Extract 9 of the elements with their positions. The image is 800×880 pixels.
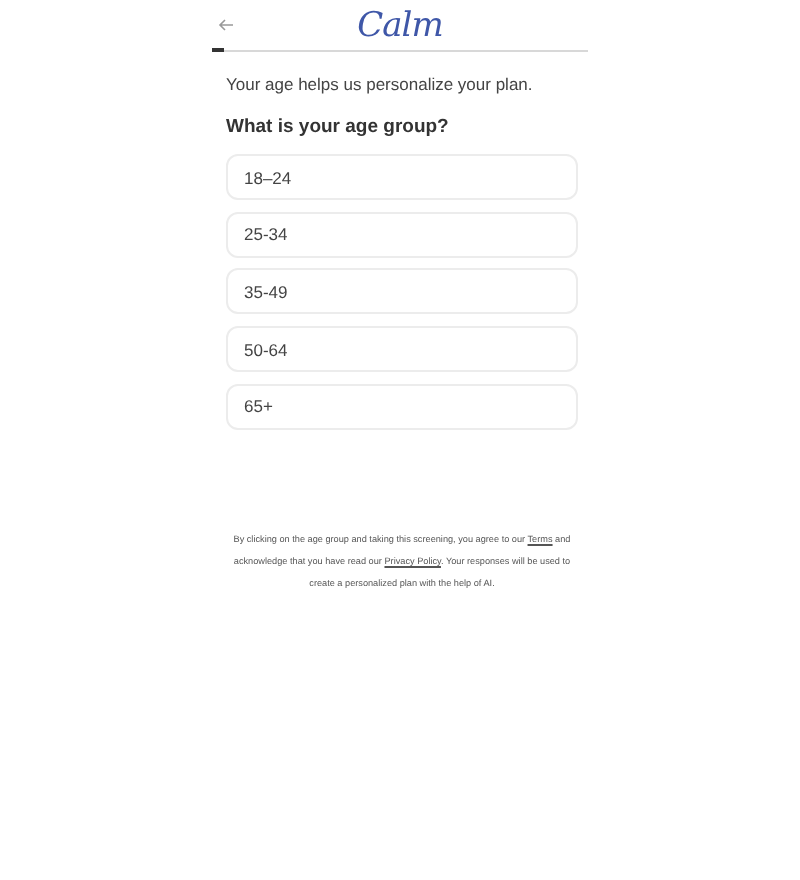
logo: Calm	[357, 5, 443, 45]
age-option[interactable]: 50-64	[226, 326, 578, 373]
question-heading: What is your age group?	[226, 116, 451, 138]
age-option[interactable]: 18–24	[226, 154, 578, 200]
age-option[interactable]: 35-49	[226, 268, 578, 315]
intro-text: Your age helps us personalize your plan.	[226, 74, 535, 94]
age-option[interactable]: 25-34	[226, 211, 578, 258]
age-option[interactable]: 65+	[226, 383, 578, 430]
back-arrow-icon[interactable]	[218, 18, 234, 32]
